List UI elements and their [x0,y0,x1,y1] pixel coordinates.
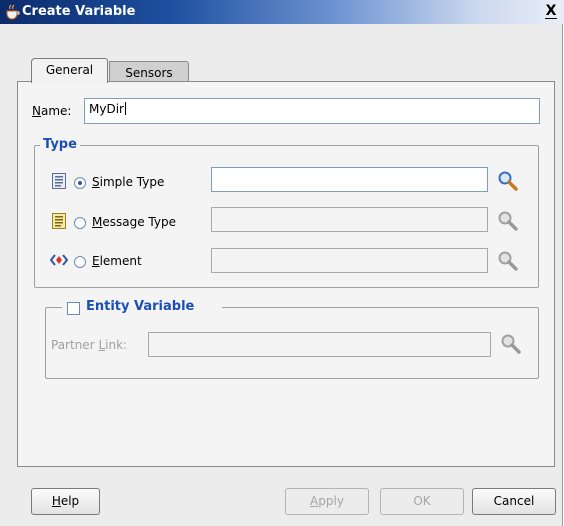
dialog-title: Create Variable [22,4,136,19]
simple-type-label: Simple Type [92,175,165,189]
message-type-radio[interactable] [74,217,86,229]
element-icon [50,254,68,266]
tab-general[interactable]: General [31,58,108,83]
element-search-icon[interactable] [497,250,519,272]
create-variable-dialog: Create Variable X Sensors General Name: … [0,0,564,526]
message-type-label: Message Type [92,215,176,229]
simple-type-radio[interactable] [74,177,86,189]
message-type-icon [52,213,66,229]
partner-link-label: Partner Link: [51,338,128,352]
app-icon [6,4,20,20]
name-input[interactable]: MyDir [84,98,540,124]
simple-type-search-icon[interactable] [497,170,519,192]
message-type-search-icon[interactable] [497,210,519,232]
type-group-legend: Type [40,137,80,152]
entity-variable-legend[interactable]: Entity Variable [86,299,195,314]
cancel-button[interactable]: Cancel [472,488,556,515]
simple-type-input[interactable] [211,167,488,192]
element-input[interactable] [211,248,488,273]
partner-link-search-icon[interactable] [500,333,522,355]
message-type-input[interactable] [211,207,488,232]
help-button[interactable]: Help [31,488,100,515]
apply-button[interactable]: Apply [285,488,369,515]
close-button[interactable]: X [543,3,559,20]
entity-variable-checkbox[interactable] [67,302,80,315]
ok-button[interactable]: OK [380,488,464,515]
name-label: Name: [32,104,72,118]
partner-link-input[interactable] [148,332,491,357]
title-bar[interactable]: Create Variable X [0,0,564,24]
simple-type-icon [52,173,66,189]
element-radio[interactable] [74,256,86,268]
element-label: Element [92,254,142,268]
